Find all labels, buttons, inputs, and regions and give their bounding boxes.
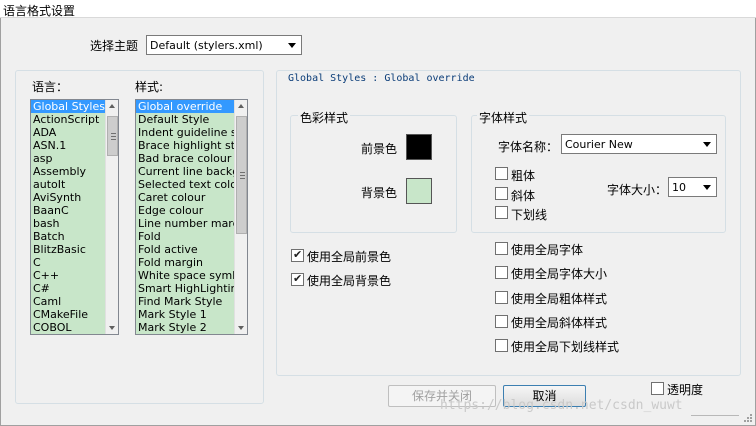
style-label: 样式: [135,80,164,94]
underline-checkbox[interactable] [495,206,508,219]
language-list[interactable]: Global Styles ActionScript ADA ASN.1 asp Asse… [30,99,119,335]
use-global-font-size-checkbox[interactable] [495,266,508,279]
theme-select[interactable]: Default (stylers.xml) [146,35,302,55]
use-global-font-size-label: 使用全局字体大小 [511,267,608,281]
font-name-label: 字体名称： [498,140,559,154]
watermark-text: https://blog.csdn.net/csdn_wuwt [440,398,683,413]
style-list-item[interactable]: Brace highlight style [136,139,247,152]
style-list-item[interactable]: White space symbol [136,269,247,282]
language-label: 语言： [32,80,69,94]
scroll-down-icon[interactable] [238,326,244,330]
italic-checkbox[interactable] [495,187,508,200]
foreground-color-swatch[interactable] [406,134,432,160]
style-list[interactable]: Global override Default Style Indent guide… [135,99,248,335]
style-list-item[interactable]: Edge colour [136,204,247,217]
use-global-font-label: 使用全局字体 [511,243,584,257]
transparency-slider[interactable] [691,402,739,416]
font-group-title: 字体样式 [477,109,530,126]
use-global-bg-checkbox[interactable] [291,272,304,286]
style-list-item[interactable]: Fold [136,230,247,243]
scroll-up-icon[interactable] [238,104,244,108]
theme-select-value: Default (stylers.xml) [150,39,263,52]
window-title: 语言格式设置 [3,4,76,18]
scroll-down-icon[interactable] [109,326,115,330]
chevron-down-icon [703,185,711,190]
theme-label: 选择主题 [90,39,139,53]
foreground-label: 前景色 [361,142,398,156]
style-list-item[interactable]: Global override [136,100,247,113]
style-list-item[interactable]: Current line background colour [136,165,247,178]
style-list-item[interactable]: Find Mark Style [136,295,247,308]
style-list-item[interactable]: Default Style [136,113,247,126]
style-list-item[interactable]: Caret colour [136,191,247,204]
colour-group-title: 色彩样式 [298,109,351,126]
style-list-item[interactable]: Mark Style 2 [136,321,247,334]
style-list-item[interactable]: Smart HighLighting [136,282,247,295]
font-size-select[interactable]: 10 [668,177,717,197]
style-list-item[interactable]: Line number margin [136,217,247,230]
font-group [471,115,726,233]
resize-grip-icon[interactable] [743,413,753,423]
underline-label: 下划线 [511,208,548,222]
font-name-select[interactable]: Courier New [561,134,717,154]
language-list-scrollbar[interactable] [105,100,118,334]
transparency-checkbox[interactable] [651,382,664,395]
use-global-underline-checkbox[interactable] [495,339,508,352]
use-global-fg-checkbox[interactable] [291,248,304,262]
italic-label: 斜体 [511,189,536,203]
bold-checkbox[interactable] [495,167,508,180]
style-list-item[interactable]: Selected text colour [136,178,247,191]
style-list-item[interactable]: Fold active [136,243,247,256]
style-list-scrollbar[interactable] [234,100,247,334]
use-global-font-checkbox[interactable] [495,242,508,255]
scroll-thumb[interactable] [107,116,118,156]
chevron-down-icon [703,142,711,147]
colour-group [290,115,457,233]
use-global-italic-checkbox[interactable] [495,315,508,328]
background-label: 背景色 [361,186,398,200]
use-global-bold-label: 使用全局粗体样式 [511,292,608,306]
font-name-value: Courier New [565,138,633,151]
style-list-item[interactable]: Bad brace colour [136,152,247,165]
style-list-item[interactable]: Fold margin [136,256,247,269]
use-global-fg-label: 使用全局前景色 [307,250,392,264]
use-global-bold-checkbox[interactable] [495,291,508,304]
style-list-item[interactable]: Mark Style 1 [136,308,247,321]
scroll-thumb[interactable] [236,116,247,234]
title-bar: 语言格式设置 [0,0,756,18]
style-list-item[interactable]: Indent guideline style [136,126,247,139]
dialog-body: 选择主题 Default (stylers.xml) 语言： 样式: Globa… [0,18,756,426]
bold-label: 粗体 [511,169,536,183]
background-color-swatch[interactable] [406,178,432,204]
font-size-value: 10 [672,181,686,194]
use-global-bg-label: 使用全局背景色 [307,274,392,288]
use-global-italic-label: 使用全局斜体样式 [511,316,608,330]
style-header: Global Styles : Global override [288,73,475,84]
transparency-label: 透明度 [667,383,704,397]
use-global-underline-label: 使用全局下划线样式 [511,340,620,354]
chevron-down-icon [288,43,296,48]
scroll-up-icon[interactable] [109,104,115,108]
font-size-label: 字体大小： [607,183,668,197]
